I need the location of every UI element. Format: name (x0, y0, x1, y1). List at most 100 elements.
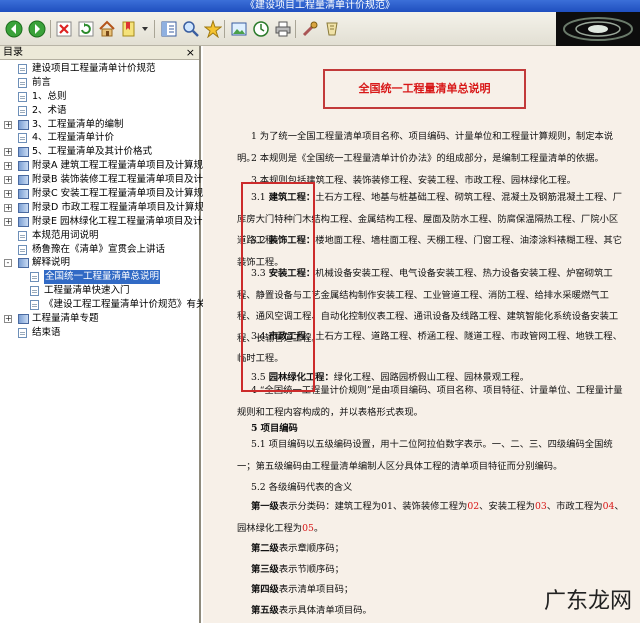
toc-item[interactable]: 4、工程量清单计价 (0, 131, 199, 145)
toc-item[interactable]: + 附录C 安装工程工程量清单项目及计算规则 (0, 187, 213, 201)
document-paragraph: 2 本规则是《全国统一工程量清单计价办法》的组成部分，是编制工程量清单的依据。 (237, 148, 627, 170)
toc-item[interactable]: 工程量清单快速入门 (0, 284, 199, 298)
back-icon[interactable] (4, 19, 24, 39)
document-icon (18, 77, 27, 88)
book-icon (18, 161, 29, 172)
document-icon (18, 64, 27, 74)
expand-icon[interactable]: + (4, 315, 12, 324)
document-paragraph: 第二级表示章顺序码； (237, 538, 627, 560)
toc-item[interactable]: 本规范用词说明 (0, 229, 199, 243)
toc-item-label: 附录A 建筑工程工程量清单项目及计算规则 (32, 160, 213, 172)
expand-icon[interactable]: + (4, 176, 12, 185)
book-icon (18, 147, 29, 158)
book-icon (18, 189, 29, 200)
toc-item[interactable]: - 解释说明 (0, 256, 199, 270)
book-icon (18, 258, 29, 269)
document-icon (30, 286, 39, 297)
paragraph-text: 表示章顺序码； (278, 543, 344, 554)
document-paragraph: 第一级表示分类码：建筑工程为01、装饰装修工程为02、安装工程为03、市政工程为… (237, 496, 627, 539)
watermark-logo: 广东龙网 (543, 589, 632, 614)
paragraph-text: 表示节顺序码； (278, 564, 344, 575)
paragraph-text: 第五级 (250, 605, 279, 616)
paragraph-text: 第三级 (250, 564, 279, 575)
paragraph-text: 5.1 项目编码以五级编码设置，用十二位阿拉伯数字表示。一、二、三、四级编码全国… (237, 439, 613, 472)
document-title: 全国统一工程量清单总说明 (323, 69, 526, 109)
toc-item[interactable]: + 附录D 市政工程工程量清单项目及计算规则 (0, 201, 213, 215)
expand-icon[interactable]: + (4, 217, 12, 226)
toolbar (0, 12, 640, 46)
toc-item[interactable]: 1、总则 (0, 90, 199, 104)
document-paragraph: 第三级表示节顺序码； (237, 559, 627, 581)
toc-item-label: 附录C 安装工程工程量清单项目及计算规则 (32, 188, 213, 200)
toc-item[interactable]: 结束语 (0, 326, 199, 340)
paragraph-text: 第二级 (250, 543, 279, 554)
toc-item[interactable]: +5、工程量清单及其计价格式 (0, 145, 199, 159)
paragraph-text: 2 本规则是《全国统一工程量清单计价办法》的组成部分，是编制工程量清单的依据。 (250, 153, 604, 164)
toc-item[interactable]: 《建设工程工程量清单计价规范》有关问 (0, 298, 215, 312)
toc-item-label: 《建设工程工程量清单计价规范》有关问 (44, 299, 216, 311)
expand-icon[interactable]: + (4, 190, 12, 199)
toc-item[interactable]: + 附录A 建筑工程工程量清单项目及计算规则 (0, 159, 213, 173)
expand-icon[interactable]: + (4, 120, 12, 129)
paragraph-text: 03 (534, 501, 547, 512)
paragraph-text: 。 (313, 522, 324, 534)
book-icon (18, 216, 29, 227)
toc-item-label: 工程量清单专题 (32, 313, 99, 325)
paragraph-text: 、安装工程为 (479, 501, 535, 512)
toc-item-label: 结束语 (32, 326, 61, 338)
home-icon[interactable] (97, 19, 117, 39)
paragraph-text: 04 (602, 501, 615, 512)
paragraph-text: 表示分类码：建筑工程为01、装饰装修工程为 (278, 501, 468, 512)
toc-item[interactable]: + 附录B 装饰装修工程工程量清单项目及计算规则 (0, 173, 232, 187)
book-icon (18, 202, 29, 213)
toc-item[interactable]: 杨鲁豫在《清单》宣贯会上讲话 (0, 243, 199, 257)
search-icon[interactable] (181, 19, 201, 39)
book-icon (18, 314, 29, 325)
toc-item-label: 附录D 市政工程工程量清单项目及计算规则 (32, 201, 214, 213)
forward-icon[interactable] (27, 19, 47, 39)
refresh-icon[interactable] (76, 19, 96, 39)
toc-tree: 建设项目工程量清单计价规范 前言 1、总则 2、术语 +3、工程量清单的编制 4、工程量清… (0, 60, 232, 340)
image-icon[interactable] (229, 19, 249, 39)
toc-pane: 目录 × 建设项目工程量清单计价规范 前言 1、总则 2、术语 +3、工程量清单的编制 4… (0, 46, 232, 623)
settings-icon[interactable] (322, 19, 342, 39)
favorites-icon[interactable] (203, 19, 223, 39)
expand-icon[interactable]: + (4, 203, 12, 212)
toc-item[interactable]: + 工程量清单专题 (0, 312, 199, 326)
paragraph-text: 05 (302, 522, 314, 534)
expand-icon[interactable]: + (4, 162, 12, 171)
close-icon[interactable]: × (186, 46, 195, 60)
stop-icon[interactable] (54, 19, 74, 39)
document-paragraph: 5.1 项目编码以五级编码设置，用十二位阿拉伯数字表示。一、二、三、四级编码全国… (237, 434, 627, 477)
toc-item-label: 前言 (32, 76, 52, 88)
collapse-icon[interactable]: - (4, 259, 12, 268)
tools-icon[interactable] (300, 19, 320, 39)
toc-item[interactable]: 建设项目工程量清单计价规范 (0, 62, 199, 76)
toc-item[interactable]: + 附录E 园林绿化工程工程量清单项目及计算规则 (0, 215, 231, 229)
toc-item-label: 本规范用词说明 (32, 229, 99, 241)
history-icon[interactable] (251, 19, 271, 39)
toc-item[interactable]: +3、工程量清单的编制 (0, 118, 199, 132)
paragraph-text: 02 (467, 501, 480, 512)
app-logo (556, 12, 640, 46)
document-icon (30, 300, 39, 311)
toc-icon[interactable] (159, 19, 179, 39)
paragraph-text: 表示清单项目码； (278, 584, 354, 595)
document-view[interactable]: 全国统一工程量清单总说明 1 为了统一全国工程量清单项目名称、项目编码、计量单位… (203, 46, 640, 623)
toc-item[interactable]: 前言 (0, 76, 199, 90)
document-icon (30, 272, 39, 283)
toc-item-label: 附录B 装饰装修工程工程量清单项目及计算规则 (32, 174, 232, 186)
document-icon (18, 230, 27, 241)
toc-item-label: 附录E 园林绿化工程工程量清单项目及计算规则 (32, 215, 232, 227)
toc-item[interactable]: 全国统一工程量清单总说明 (0, 270, 199, 285)
print-icon[interactable] (273, 19, 293, 39)
paragraph-text: 表示具体清单项目码。 (278, 605, 372, 616)
paragraph-text: 5.2 各级编码代表的含义 (250, 482, 353, 493)
bookmark-icon[interactable] (119, 19, 139, 39)
expand-icon[interactable]: + (4, 148, 12, 157)
paragraph-text: 第一级 (250, 501, 279, 512)
toc-pane-header: 目录 × (0, 46, 199, 60)
dropdown-arrow-icon[interactable] (140, 19, 150, 39)
toc-item[interactable]: 2、术语 (0, 104, 199, 118)
toc-item-label: 杨鲁豫在《清单》宣贯会上讲话 (32, 243, 166, 255)
